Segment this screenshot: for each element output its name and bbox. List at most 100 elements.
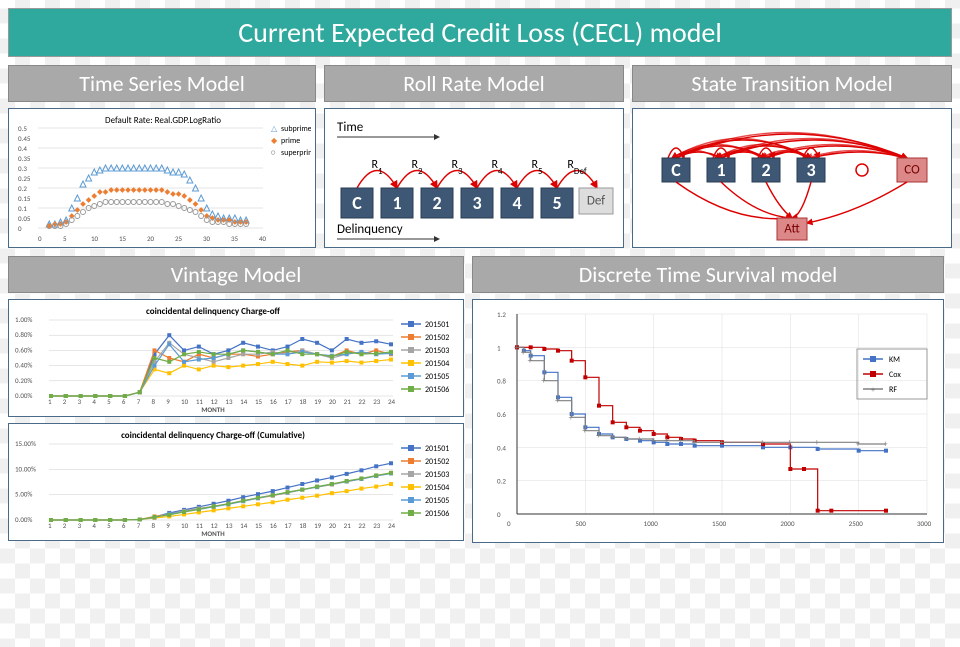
- vm-panel1: coincidental delinquency Charge-off 0.00…: [8, 299, 464, 417]
- svg-text:201504: 201504: [425, 359, 449, 369]
- svg-text:24: 24: [388, 521, 396, 530]
- svg-text:coincidental delinquency Charg: coincidental delinquency Charge-off: [146, 306, 281, 317]
- svg-text:0.6: 0.6: [497, 410, 506, 419]
- svg-text:MONTH: MONTH: [201, 405, 225, 414]
- svg-text:17: 17: [285, 397, 293, 406]
- svg-text:Default Rate: Real.GDP.LogRati: Default Rate: Real.GDP.LogRatio: [105, 115, 221, 126]
- svg-text:20: 20: [147, 234, 155, 243]
- svg-text:1: 1: [48, 397, 52, 406]
- svg-text:0.2: 0.2: [497, 477, 506, 486]
- svg-text:0.05: 0.05: [18, 214, 31, 223]
- svg-text:RF: RF: [889, 385, 897, 395]
- svg-text:0.8: 0.8: [497, 377, 506, 386]
- svg-text:Time: Time: [337, 120, 363, 135]
- svg-text:3: 3: [78, 397, 82, 406]
- svg-text:+: +: [856, 439, 861, 450]
- rr-panel: Time Delinquency C12345 R1R2R3R4R5RDef D…: [324, 108, 624, 248]
- svg-text:17: 17: [285, 521, 293, 530]
- svg-text:+: +: [555, 396, 560, 407]
- svg-text:201502: 201502: [425, 457, 449, 467]
- svg-text:14: 14: [240, 521, 248, 530]
- svg-text:2: 2: [63, 397, 67, 406]
- svg-text:+: +: [871, 385, 875, 395]
- svg-text:0: 0: [497, 510, 501, 519]
- svg-text:201501: 201501: [425, 320, 449, 330]
- svg-text:Delinquency: Delinquency: [337, 222, 403, 237]
- svg-text:+: +: [582, 426, 587, 437]
- dt-chart: 00.20.40.60.811.2 0500100015002000250030…: [477, 304, 939, 540]
- svg-text:+: +: [719, 437, 724, 448]
- svg-text:+: +: [514, 342, 519, 353]
- svg-text:0.4: 0.4: [18, 144, 27, 153]
- svg-text:+: +: [610, 432, 615, 443]
- svg-text:19: 19: [314, 521, 322, 530]
- vm-header: Vintage Model: [8, 256, 464, 293]
- svg-text:19: 19: [314, 397, 322, 406]
- svg-text:0.25: 0.25: [18, 174, 31, 183]
- svg-text:0: 0: [507, 519, 511, 528]
- svg-text:1.2: 1.2: [497, 310, 506, 319]
- svg-text:coincidental delinquency Charg: coincidental delinquency Charge-off (Cum…: [121, 430, 305, 441]
- svg-text:4: 4: [92, 397, 96, 406]
- svg-text:201503: 201503: [425, 470, 449, 480]
- svg-text:0: 0: [38, 234, 42, 243]
- svg-text:6: 6: [122, 521, 126, 530]
- svg-text:0.4: 0.4: [497, 443, 506, 452]
- svg-text:10.00%: 10.00%: [15, 464, 36, 473]
- svg-text:35: 35: [231, 234, 239, 243]
- ts-chart: Default Rate: Real.GDP.LogRatio 0.5 0.4 5 0…: [13, 113, 311, 245]
- svg-text:21: 21: [344, 521, 352, 530]
- svg-text:10: 10: [181, 521, 189, 530]
- svg-text:201505: 201505: [425, 496, 449, 506]
- svg-text:2500: 2500: [849, 519, 864, 528]
- svg-text:KM: KM: [889, 355, 900, 365]
- svg-text:18: 18: [299, 521, 307, 530]
- svg-text:C: C: [352, 192, 362, 214]
- svg-text:201505: 201505: [425, 372, 449, 382]
- rr-diagram: Time Delinquency C12345 R1R2R3R4R5RDef D…: [329, 113, 619, 245]
- svg-text:25: 25: [175, 234, 183, 243]
- svg-text:0: 0: [18, 224, 22, 233]
- svg-text:7: 7: [137, 397, 141, 406]
- svg-text:CO: CO: [904, 163, 920, 178]
- svg-text:15: 15: [255, 397, 263, 406]
- svg-text:15.00%: 15.00%: [15, 439, 36, 448]
- main-title: Current Expected Credit Loss (CECL) mode…: [8, 8, 952, 57]
- svg-text:5: 5: [107, 521, 111, 530]
- svg-text:+: +: [528, 356, 533, 367]
- svg-text:7: 7: [137, 521, 141, 530]
- svg-text:5: 5: [552, 192, 561, 214]
- svg-text:R3: R3: [451, 158, 463, 177]
- svg-text:10: 10: [91, 234, 99, 243]
- svg-text:0.5: 0.5: [18, 124, 27, 133]
- svg-text:RDef: RDef: [567, 158, 586, 177]
- svg-text:R2: R2: [411, 158, 423, 177]
- svg-text:21: 21: [344, 397, 352, 406]
- svg-text:2: 2: [432, 192, 441, 214]
- svg-text:20: 20: [329, 397, 337, 406]
- svg-text:6: 6: [122, 397, 126, 406]
- dt-header: Discrete Time Survival model: [472, 256, 944, 293]
- vm-chart2: coincidental delinquency Charge-off (Cum…: [13, 428, 459, 538]
- svg-text:8: 8: [151, 397, 155, 406]
- vm-panel2: coincidental delinquency Charge-off (Cum…: [8, 423, 464, 541]
- svg-text:1: 1: [497, 343, 501, 352]
- svg-text:9: 9: [166, 521, 170, 530]
- svg-text:0.00%: 0.00%: [15, 391, 32, 400]
- svg-text:201502: 201502: [425, 333, 449, 343]
- st-header: State Transition Model: [632, 65, 952, 102]
- svg-text:MONTH: MONTH: [201, 529, 225, 538]
- svg-text:○: ○: [271, 148, 276, 158]
- svg-text:13: 13: [225, 397, 233, 406]
- svg-text:1: 1: [716, 159, 725, 181]
- svg-text:14: 14: [240, 397, 248, 406]
- svg-text:R5: R5: [531, 158, 543, 177]
- svg-text:4: 4: [512, 192, 521, 214]
- svg-text:15: 15: [119, 234, 127, 243]
- svg-text:5: 5: [63, 234, 67, 243]
- svg-text:1: 1: [392, 192, 401, 214]
- svg-text:Att: Att: [784, 222, 800, 237]
- svg-text:0.1: 0.1: [18, 204, 27, 213]
- svg-text:Cox: Cox: [889, 370, 901, 380]
- svg-text:15: 15: [255, 521, 263, 530]
